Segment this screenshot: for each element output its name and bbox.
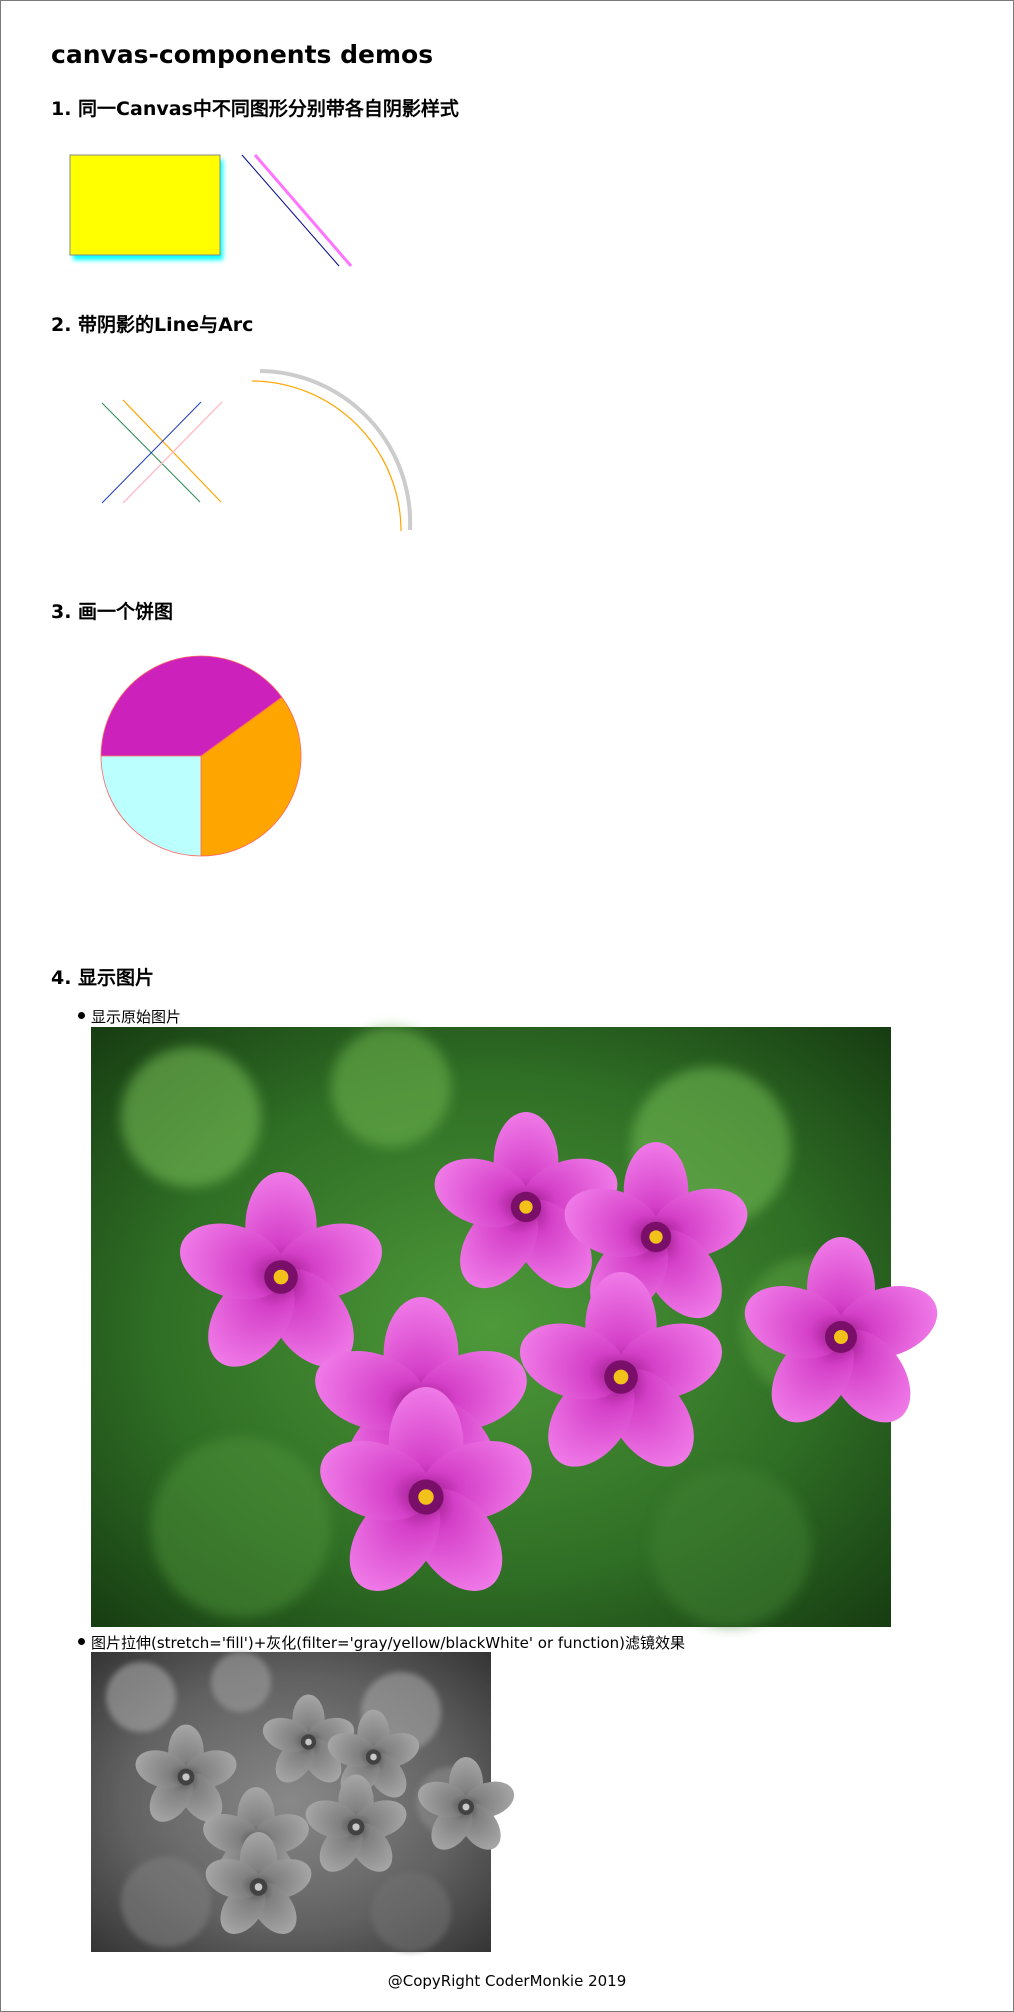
section-3-title: 3. 画一个饼图 (51, 601, 174, 623)
shadow-shapes-canvas (69, 154, 353, 267)
original-flower-image (91, 1027, 947, 1627)
orange-arc (251, 380, 402, 532)
lines-arc-canvas (101, 369, 413, 532)
pie-slice (100, 755, 202, 857)
page-title: canvas-components demos (51, 40, 434, 69)
footer-copyright: @CopyRight CoderMonkie 2019 (387, 1972, 627, 1990)
image-item-label: 显示原始图片 (91, 1008, 182, 1026)
arc-shadow (259, 369, 413, 531)
image-item-label: 图片拉伸(stretch='fill')+灰化(filter='gray/yel… (91, 1634, 686, 1652)
section-1-title: 1. 同一Canvas中不同图形分别带各自阴影样式 (51, 98, 459, 120)
blue-line (241, 154, 340, 267)
list-bullet (78, 1638, 85, 1645)
grayscale-stretched-flower-image (91, 1652, 519, 1952)
pink-shadow-line (253, 154, 353, 267)
yellow-rectangle (69, 154, 221, 256)
list-bullet (78, 1012, 85, 1019)
section-2-title: 2. 带阴影的Line与Arc (51, 314, 254, 336)
section-4-title: 4. 显示图片 (51, 967, 155, 989)
orange-line (122, 399, 222, 503)
pie-chart (100, 655, 302, 857)
